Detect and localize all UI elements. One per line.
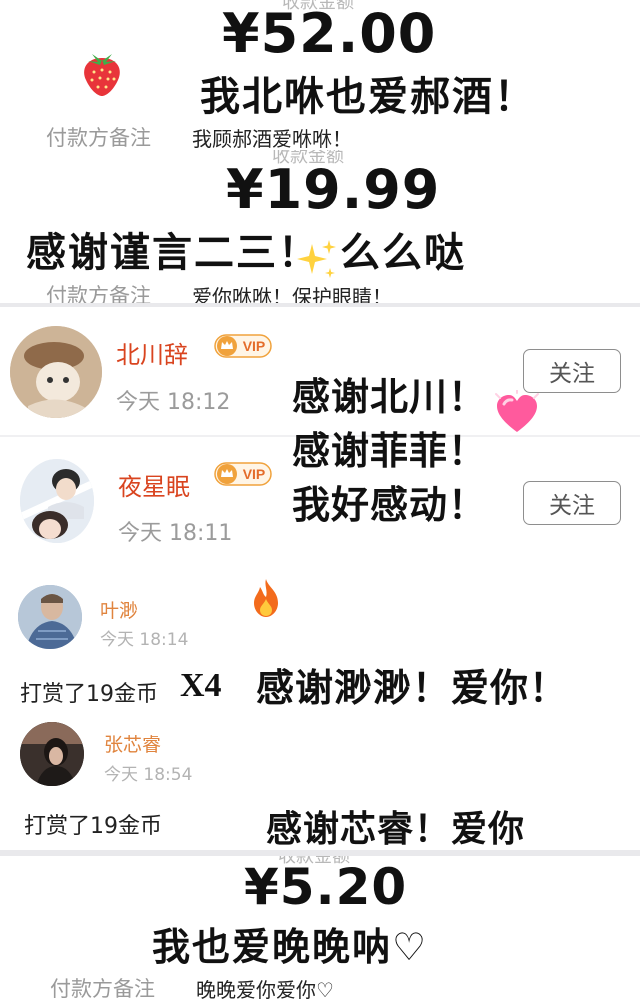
- follower-name[interactable]: 北川辞: [116, 335, 188, 370]
- vip-badge: VIP: [214, 462, 272, 486]
- gift-thanks: 感谢芯睿！爱你: [266, 809, 526, 850]
- avatar[interactable]: [10, 326, 102, 418]
- thank-you-caption: 我北咻也爱郝酒！: [200, 74, 536, 120]
- reward-multiplier: X4: [180, 667, 222, 704]
- gift-thanks: 感谢渺渺！爱你！: [256, 666, 569, 708]
- follow-time: 今天 18:11: [118, 521, 233, 546]
- gift-row-1: 叶渺 今天 18:14 打赏了19金币 X4 感谢渺渺！爱你！: [0, 565, 640, 708]
- remark-value: 爱你咻咻！保护眼睛！: [192, 285, 392, 303]
- follow-button[interactable]: 关注: [523, 349, 621, 393]
- follower-thanks-line-2: 感谢菲菲！: [292, 429, 488, 473]
- payment-card-3: 收款金额 ¥5.20 我也爱晚晚呐♡ 付款方备注 晚晚爱你爱你♡: [0, 856, 640, 1004]
- gifter-name[interactable]: 叶渺: [100, 596, 138, 623]
- fire-icon: [248, 577, 284, 623]
- payment-card-1: 收款金额 ¥52.00 我北咻也爱郝酒！ 付款方备注 我顾郝酒爱咻咻！: [0, 0, 640, 150]
- gift-time: 今天 18:54: [104, 765, 193, 785]
- thank-you-caption: 感谢谨言二三！ 么么哒: [26, 230, 466, 276]
- strawberry-icon: [78, 46, 126, 102]
- gift-time: 今天 18:14: [100, 630, 189, 650]
- remark-value: 晚晚爱你爱你♡: [196, 978, 334, 1002]
- avatar[interactable]: [20, 459, 94, 543]
- remark-label: 付款方备注: [50, 977, 155, 1001]
- follower-name[interactable]: 夜星眠: [118, 467, 190, 502]
- remark-value: 我顾郝酒爱咻咻！: [192, 127, 352, 150]
- follow-button[interactable]: 关注: [523, 481, 621, 525]
- payment-amount: ¥52.00: [222, 2, 437, 65]
- gift-row-2: 张芯睿 今天 18:54 打赏了19金币 感谢芯睿！爱你: [0, 708, 640, 850]
- follower-thanks-line-3: 我好感动！: [292, 483, 488, 527]
- reward-text: 打赏了19金币: [20, 682, 158, 707]
- payment-card-2: 收款金额 ¥19.99 感谢谨言二三！ 么么哒 付款方备注 爱你咻咻！保护眼睛！: [0, 150, 640, 303]
- remark-label: 付款方备注: [46, 284, 151, 303]
- payment-amount: ¥19.99: [226, 158, 441, 221]
- heart-icon: [494, 389, 540, 442]
- remark-label: 付款方备注: [46, 126, 151, 150]
- svg-text:VIP: VIP: [243, 338, 266, 354]
- reward-text: 打赏了19金币: [24, 814, 162, 839]
- gifter-name[interactable]: 张芯睿: [104, 730, 161, 757]
- avatar[interactable]: [20, 722, 84, 786]
- svg-text:VIP: VIP: [243, 466, 266, 482]
- payment-amount: ¥5.20: [244, 858, 408, 916]
- follow-time: 今天 18:12: [116, 390, 231, 415]
- avatar[interactable]: [18, 585, 82, 649]
- vip-badge: VIP: [214, 334, 272, 358]
- follower-thanks-line-1: 感谢北川！: [292, 375, 488, 419]
- thank-you-caption: 我也爱晚晚呐♡: [152, 925, 429, 969]
